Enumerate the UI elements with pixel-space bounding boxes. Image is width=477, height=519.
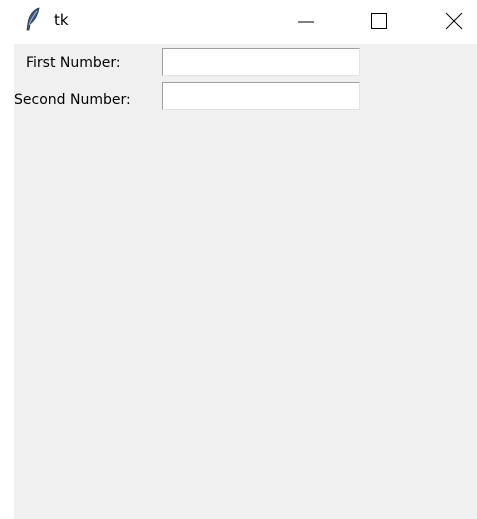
maximize-icon	[371, 13, 387, 29]
second-number-label: Second Number:	[14, 92, 131, 108]
minimize-button[interactable]	[282, 0, 328, 44]
client-area: First Number: Second Number:	[14, 44, 477, 519]
maximize-button[interactable]	[355, 0, 401, 44]
first-number-input[interactable]	[162, 48, 360, 76]
second-number-input[interactable]	[162, 82, 360, 110]
close-icon	[445, 12, 463, 30]
first-number-label: First Number:	[26, 55, 121, 71]
title-bar[interactable]: tk	[0, 0, 477, 44]
app-window: tk First Number: Second Number:	[0, 0, 477, 519]
minimize-icon	[298, 21, 314, 23]
close-button[interactable]	[431, 0, 477, 44]
feather-icon	[24, 7, 42, 33]
window-title: tk	[54, 11, 69, 29]
